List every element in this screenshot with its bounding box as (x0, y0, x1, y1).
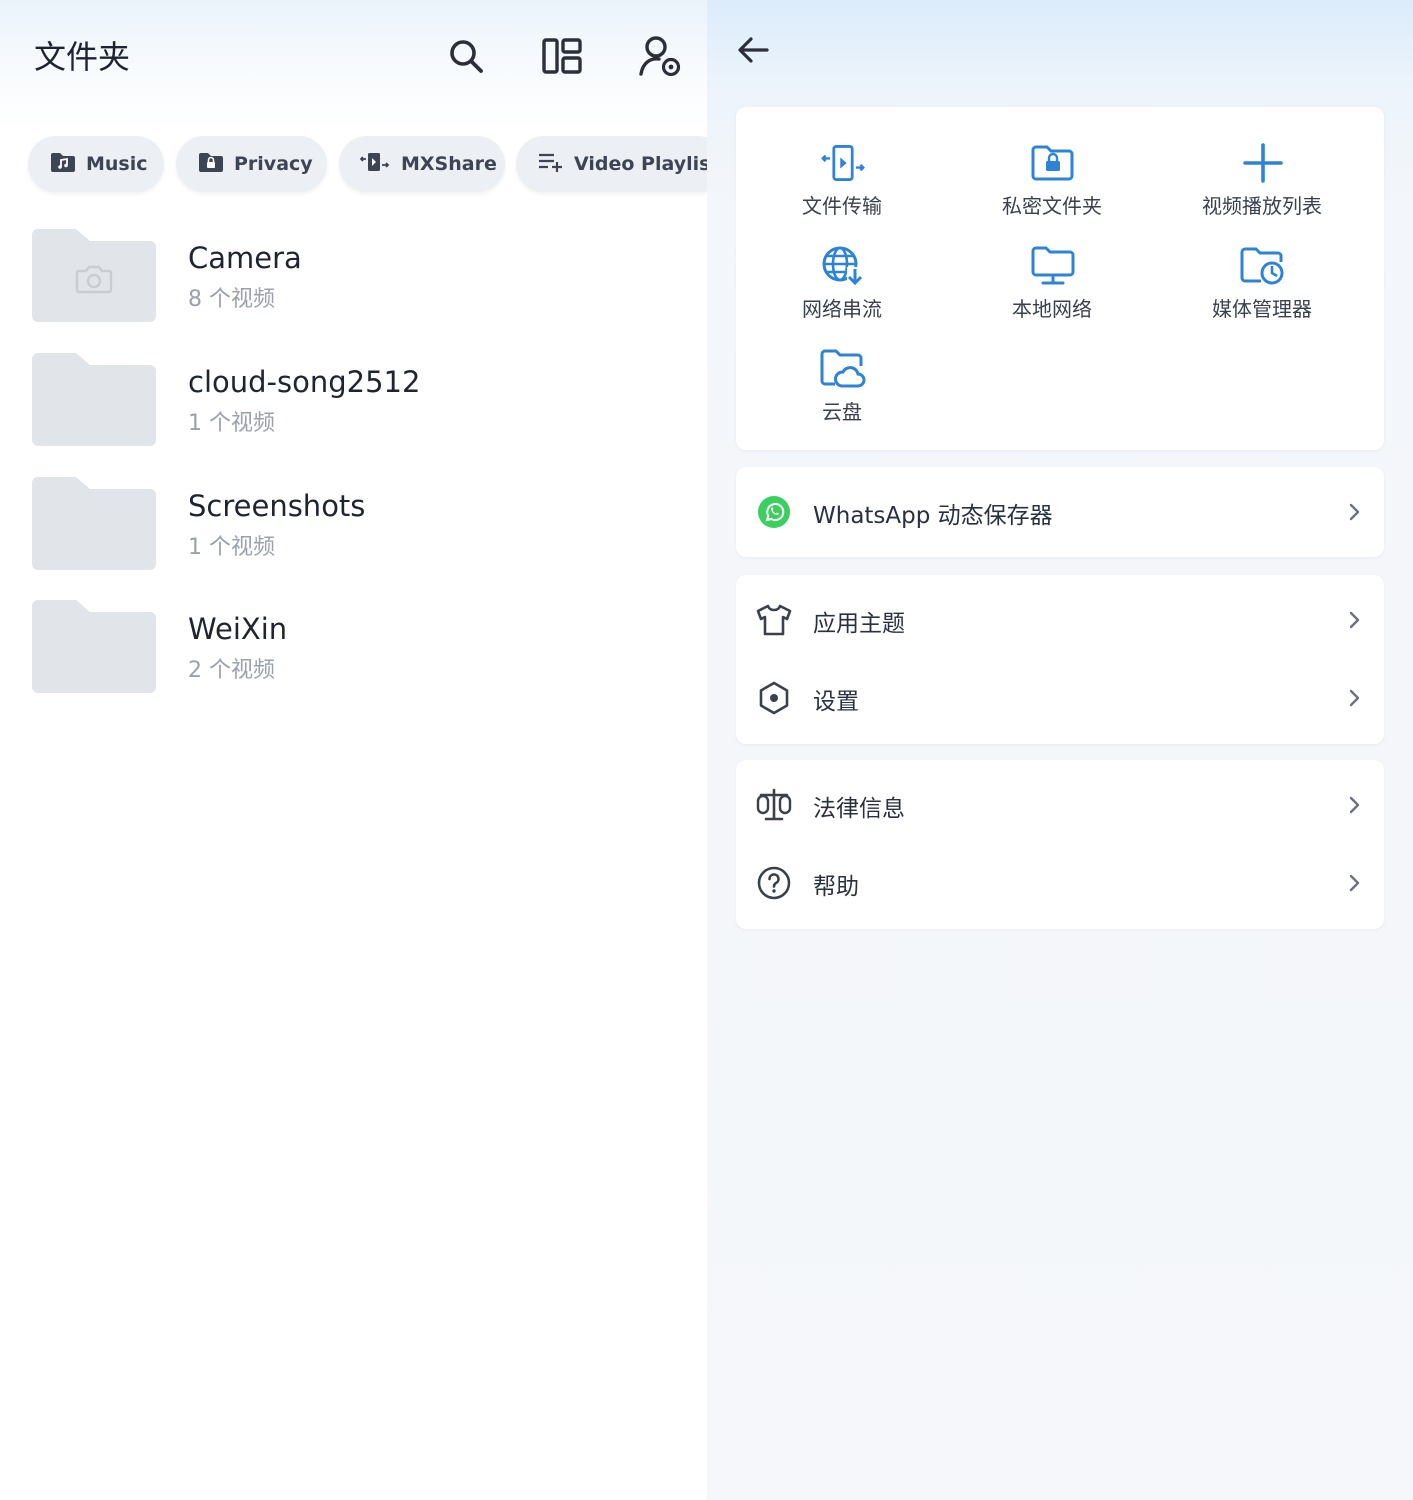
grid-item-label: 云盘 (822, 400, 862, 424)
whatsapp-icon (756, 494, 792, 530)
folder-video-count: 1 个视频 (188, 535, 275, 560)
chip-video-playlist[interactable]: Video Playlist (516, 136, 707, 192)
chevron-right-icon (1349, 796, 1360, 814)
layout-grid-icon[interactable] (538, 32, 586, 80)
globe-download-icon (820, 243, 866, 289)
scales-icon (756, 787, 792, 823)
folder-icon (32, 353, 156, 446)
menu-item-help[interactable]: 帮助 (736, 850, 1384, 916)
chip-label: Music (86, 153, 148, 175)
chevron-right-icon (1349, 689, 1360, 707)
chip-mxshare[interactable]: MXShare (339, 136, 505, 192)
menu-item-label: 应用主题 (813, 611, 905, 637)
folder-video-count: 8 个视频 (188, 287, 275, 312)
private-folder-icon (1030, 140, 1076, 186)
grid-item-label: 本地网络 (1012, 297, 1092, 321)
menu-item-legal-info[interactable]: 法律信息 (736, 772, 1384, 838)
menu-item-label: 法律信息 (813, 796, 905, 822)
help-icon (756, 865, 792, 901)
folder-item-cloud-song[interactable]: cloud-song2512 1 个视频 (32, 353, 692, 453)
music-folder-icon (50, 151, 76, 178)
tshirt-icon (756, 602, 792, 638)
chip-privacy[interactable]: Privacy (176, 136, 327, 192)
folder-item-camera[interactable]: Camera 8 个视频 (32, 229, 692, 329)
account-settings-icon[interactable] (636, 32, 684, 80)
plus-icon (1240, 140, 1286, 186)
chip-label: Privacy (234, 153, 313, 175)
lock-folder-icon (198, 151, 224, 178)
chevron-right-icon (1349, 874, 1360, 892)
chevron-right-icon (1349, 611, 1360, 629)
grid-item-private-folder[interactable]: 私密文件夹 (952, 140, 1152, 230)
folder-icon (32, 229, 156, 322)
folder-icon (32, 477, 156, 570)
folder-video-count: 1 个视频 (188, 411, 275, 436)
menu-item-label: 设置 (813, 689, 859, 715)
chip-label: Video Playlist (574, 153, 707, 175)
page-title: 文件夹 (34, 38, 131, 76)
camera-icon (75, 265, 113, 294)
folder-name: Screenshots (188, 489, 366, 523)
grid-item-label: 文件传输 (802, 194, 882, 218)
whatsapp-card: WhatsApp 动态保存器 (736, 467, 1384, 557)
grid-item-label: 网络串流 (802, 297, 882, 321)
folder-name: cloud-song2512 (188, 365, 421, 399)
grid-item-network-stream[interactable]: 网络串流 (742, 243, 942, 333)
search-icon[interactable] (442, 32, 490, 80)
menu-item-label: WhatsApp 动态保存器 (813, 503, 1053, 529)
side-menu-panel: 文件传输 私密文件夹 视频播放列表 网络串流 本地网络 媒体管理器 云盘 Wha… (707, 0, 1413, 1500)
media-manager-icon (1240, 243, 1286, 289)
info-card: 法律信息 帮助 (736, 760, 1384, 929)
grid-item-cloud-drive[interactable]: 云盘 (742, 346, 942, 436)
grid-item-video-playlist[interactable]: 视频播放列表 (1162, 140, 1362, 230)
monitor-icon (1030, 243, 1076, 289)
folder-name: Camera (188, 241, 302, 275)
folder-video-count: 2 个视频 (188, 658, 275, 683)
chip-label: MXShare (401, 153, 497, 175)
folder-icon (32, 600, 156, 693)
feature-grid-card: 文件传输 私密文件夹 视频播放列表 网络串流 本地网络 媒体管理器 云盘 (736, 107, 1384, 450)
folder-name: WeiXin (188, 612, 288, 646)
preferences-card: 应用主题 设置 (736, 575, 1384, 744)
grid-item-local-network[interactable]: 本地网络 (952, 243, 1152, 333)
folder-item-weixin[interactable]: WeiXin 2 个视频 (32, 600, 692, 700)
grid-item-file-transfer[interactable]: 文件传输 (742, 140, 942, 230)
grid-item-media-manager[interactable]: 媒体管理器 (1162, 243, 1362, 333)
arrow-left-icon[interactable] (731, 28, 775, 72)
grid-item-label: 媒体管理器 (1212, 297, 1312, 321)
menu-item-settings[interactable]: 设置 (736, 665, 1384, 731)
grid-item-label: 私密文件夹 (1002, 194, 1102, 218)
cloud-folder-icon (820, 346, 866, 392)
playlist-add-icon (538, 151, 564, 178)
settings-icon (756, 680, 792, 716)
chevron-right-icon (1349, 503, 1360, 521)
menu-item-whatsapp-saver[interactable]: WhatsApp 动态保存器 (736, 479, 1384, 545)
file-transfer-icon (820, 140, 866, 186)
grid-item-label: 视频播放列表 (1202, 194, 1322, 218)
menu-item-app-theme[interactable]: 应用主题 (736, 587, 1384, 653)
folder-item-screenshots[interactable]: Screenshots 1 个视频 (32, 477, 692, 577)
folder-list-panel: 文件夹 Music Privacy MXShare Video Playlist (0, 0, 707, 1500)
transfer-icon (359, 150, 391, 179)
chip-music[interactable]: Music (28, 136, 164, 192)
menu-item-label: 帮助 (813, 874, 859, 900)
